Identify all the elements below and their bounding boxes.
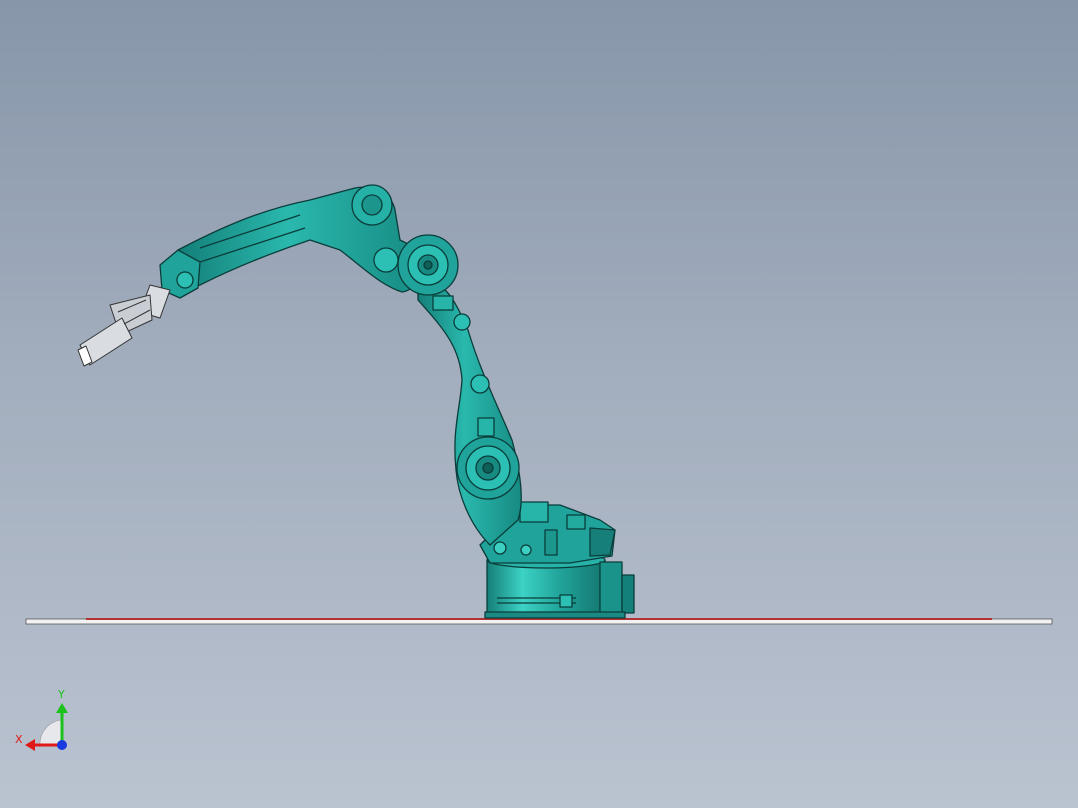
robot-upper-arm [176, 184, 425, 293]
model-scene[interactable] [0, 0, 1078, 808]
triad-x-label: X [15, 733, 23, 746]
gripper [77, 284, 171, 367]
floor-plate [25, 618, 1053, 625]
robot-joint-lower [456, 436, 520, 500]
3d-viewport[interactable]: Y X [0, 0, 1078, 808]
triad-y-label: Y [58, 688, 65, 701]
robot-arm [159, 184, 635, 619]
robot-joint-upper [397, 234, 459, 296]
robot-lower-arm [417, 282, 522, 546]
view-orientation-triad [25, 703, 68, 751]
